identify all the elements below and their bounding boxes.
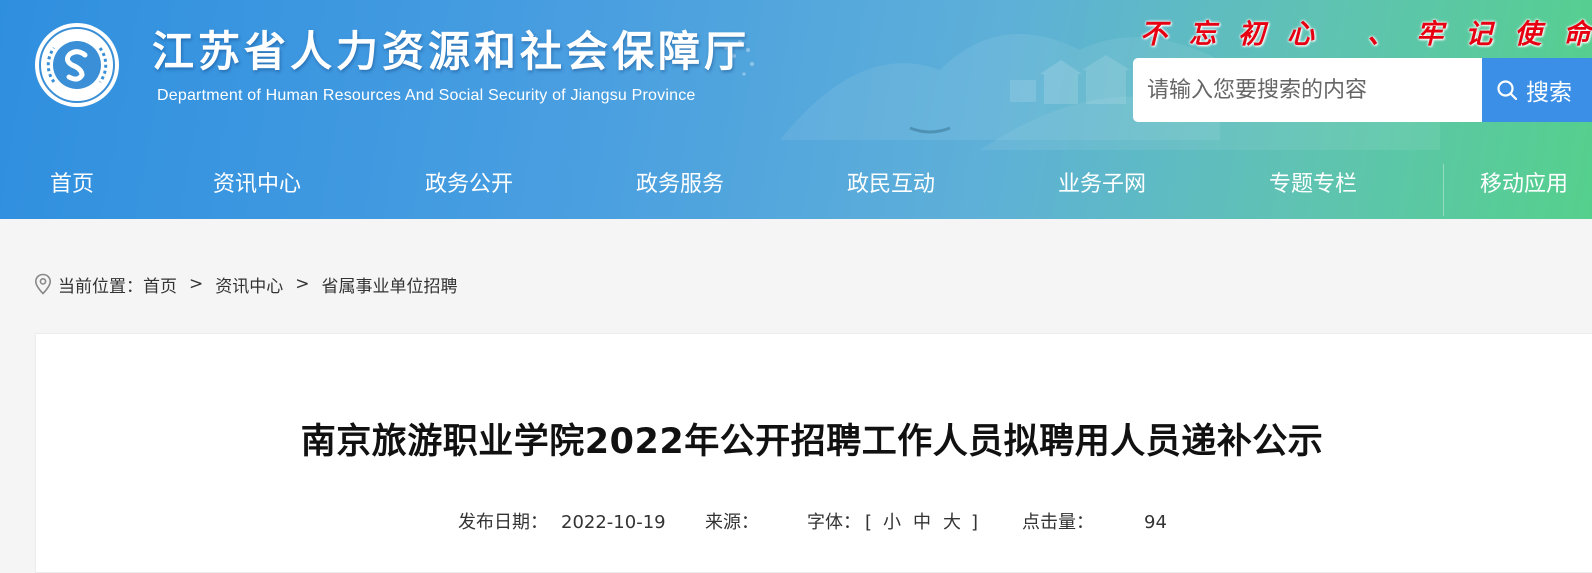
- nav-item-subsites[interactable]: 业务子网: [1058, 150, 1146, 219]
- nav-item-interaction[interactable]: 政民互动: [847, 150, 935, 219]
- breadcrumb-separator: >: [295, 274, 310, 294]
- nav-item-topics[interactable]: 专题专栏: [1269, 150, 1357, 219]
- header-banner: 江苏省人力资源和社会保障厅 Department of Human Resour…: [0, 0, 1592, 219]
- nav-item-news[interactable]: 资讯中心: [213, 150, 301, 219]
- nav-item-home[interactable]: 首页: [50, 150, 94, 219]
- slogan: 不忘初心 、牢记使命: [1140, 19, 1592, 50]
- source-label: 来源：: [705, 512, 759, 533]
- font-label: 字体：: [807, 512, 861, 533]
- view-count: 94: [1144, 512, 1167, 533]
- search-button[interactable]: 搜索: [1482, 58, 1592, 122]
- font-size-small[interactable]: 小: [883, 508, 901, 538]
- nav-item-gov-affairs[interactable]: 政务公开: [425, 150, 513, 219]
- nav-item-mobile[interactable]: 移动应用: [1480, 150, 1568, 219]
- font-bracket-open: [: [865, 512, 873, 533]
- nav-divider: [1443, 164, 1444, 216]
- breadcrumb-separator: >: [189, 274, 204, 294]
- breadcrumb-home[interactable]: 首页: [143, 272, 177, 297]
- search-input[interactable]: [1133, 58, 1482, 122]
- publish-date: 2022-10-19: [561, 512, 666, 533]
- article-title: 南京旅游职业学院2022年公开招聘工作人员拟聘用人员递补公示: [300, 422, 1324, 462]
- nav-item-gov-services[interactable]: 政务服务: [636, 150, 724, 219]
- site-logo[interactable]: [34, 22, 120, 108]
- breadcrumb-news[interactable]: 资讯中心: [215, 272, 283, 297]
- font-size-medium[interactable]: 中: [913, 508, 931, 538]
- site-title: 江苏省人力资源和社会保障厅: [152, 27, 751, 76]
- views-label: 点击量：: [1022, 512, 1094, 533]
- font-size-large[interactable]: 大: [943, 508, 961, 538]
- site-subtitle: Department of Human Resources And Social…: [157, 87, 696, 104]
- breadcrumb-recruitment[interactable]: 省属事业单位招聘: [322, 272, 458, 297]
- font-bracket-close: ]: [971, 512, 979, 533]
- main-nav: 首页 资讯中心 政务公开 政务服务 政民互动 业务子网 专题专栏 移动应用: [0, 150, 1592, 219]
- search-icon: [1497, 80, 1518, 101]
- search-button-label: 搜索: [1526, 80, 1572, 106]
- breadcrumb: 当前位置： 首页 > 资讯中心 > 省属事业单位招聘: [34, 270, 458, 298]
- breadcrumb-label: 当前位置：: [58, 276, 143, 297]
- location-pin-icon: [34, 273, 52, 295]
- date-label: 发布日期：: [458, 512, 548, 533]
